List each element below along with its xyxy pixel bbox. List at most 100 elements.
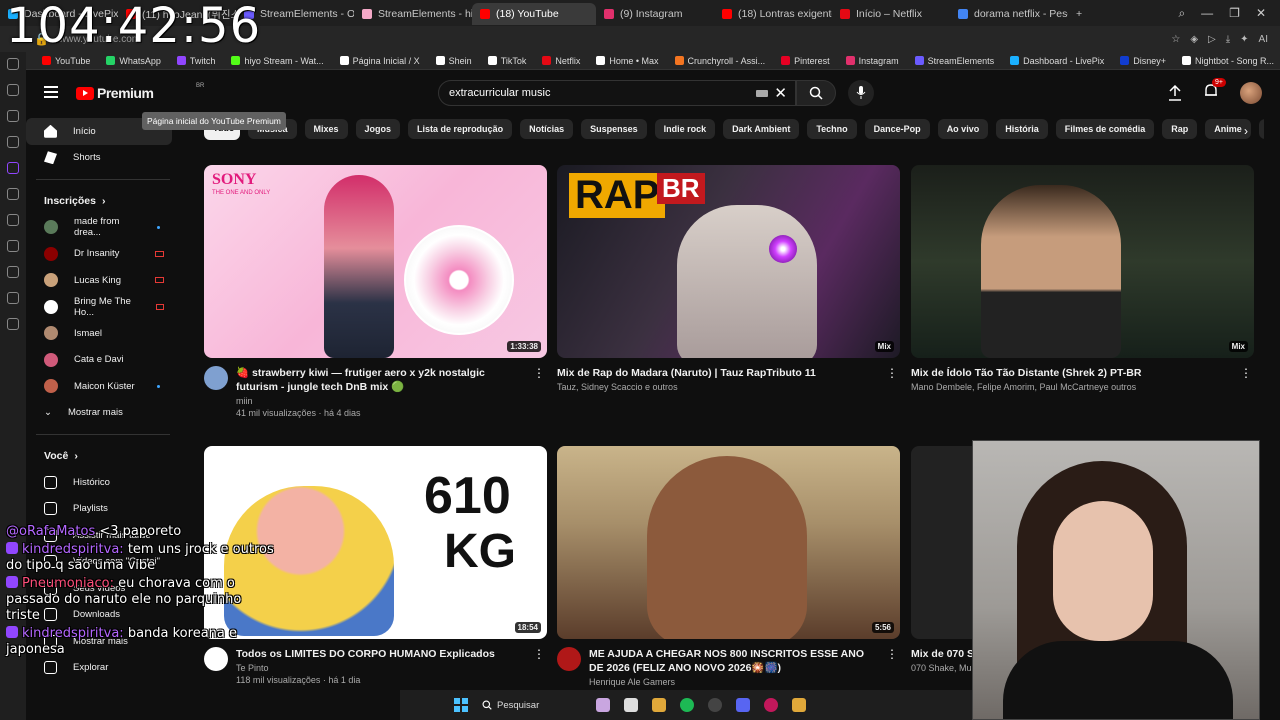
filter-chip[interactable]: Dance-Pop [864,119,930,139]
bookmark-item[interactable]: WhatsApp [98,56,169,66]
youtube-logo[interactable]: Premium BR [76,83,204,101]
video-thumbnail[interactable]: SONY THE ONE AND ONLY 1:33:38 [204,165,547,358]
browser-tab[interactable]: (9) Instagram [596,3,714,25]
more-options-icon[interactable]: ⋮ [886,647,898,687]
star-icon[interactable]: ☆ [1171,34,1180,45]
subscription-item[interactable]: Bring Me The Ho... [26,294,180,321]
video-thumbnail[interactable]: 5:56 [557,446,900,639]
sidebar-refresh-icon[interactable] [7,58,19,70]
search-button[interactable] [796,80,836,106]
video-card[interactable]: SONY THE ONE AND ONLY 1:33:38 🍓 strawberry … [204,165,547,418]
obs-icon[interactable] [708,698,722,712]
bookmark-item[interactable]: Netflix [534,56,588,66]
bookmark-item[interactable]: Instagram [838,56,907,66]
sidebar-item-playlists[interactable]: Playlists [26,496,180,523]
bookmark-item[interactable]: Disney+ [1112,56,1174,66]
more-options-icon[interactable]: ⋮ [533,366,545,418]
browser-tab[interactable]: (18) Lontras exigentes t [714,3,832,25]
video-card[interactable]: RAP BR Mix Mix de Rap do Madara (Naruto) | … [557,165,900,392]
sidebar-link-icon[interactable] [7,266,19,278]
notifications-button[interactable]: 9+ [1204,77,1226,104]
video-card[interactable]: Mix Mix de Ídolo Tão Tão Distante (Shrek … [911,165,1254,392]
sidebar-item-shorts[interactable]: Shorts [26,145,180,172]
subscription-item[interactable]: made from drea... [26,214,180,241]
video-title[interactable]: ME AJUDA A CHEGAR NOS 800 INSCRITOS ESSE… [589,647,878,675]
sidebar-app2-icon[interactable] [7,214,19,226]
bookmark-item[interactable]: TikTok [480,56,535,66]
minimize-icon[interactable]: — [1201,6,1213,21]
subscription-item[interactable]: Dr Insanity [26,241,180,268]
filter-chip[interactable]: Natureza [1258,119,1264,139]
play-extension-icon[interactable]: ▷ [1208,34,1216,45]
you-heading[interactable]: Você › [26,443,180,469]
filter-chip[interactable]: Dark Ambient [723,119,800,139]
filter-chip[interactable]: Lista de reprodução [408,119,513,139]
bookmark-item[interactable]: Shein [428,56,480,66]
search-tabs-icon[interactable]: ⌕ [1178,6,1185,21]
sidebar-history-icon[interactable] [7,240,19,252]
ai-icon[interactable]: AI [1259,34,1268,45]
channel-avatar[interactable] [204,366,228,390]
browser-tab[interactable]: (18) YouTube [472,3,596,25]
download-icon[interactable]: ⤓ [1226,34,1230,45]
filter-chip[interactable]: Mixes [304,119,348,139]
filter-chip[interactable]: Rap [1162,119,1198,139]
bookmark-item[interactable]: hiyo Stream - Wat... [223,56,331,66]
voice-search-button[interactable] [848,80,874,106]
search-input[interactable] [449,87,749,99]
upload-icon[interactable] [1168,85,1182,101]
browser-tab[interactable]: Início – Netflix [832,3,950,25]
channel-name[interactable]: miin [236,396,525,406]
more-options-icon[interactable]: ⋮ [1240,366,1252,392]
video-title[interactable]: Mix de Rap do Madara (Naruto) | Tauz Rap… [557,366,878,380]
sidebar-app-icon[interactable] [7,136,19,148]
channel-name[interactable]: Tauz, Sidney Scaccio e outros [557,382,878,392]
maximize-icon[interactable]: ❐ [1229,6,1240,21]
subscription-item[interactable]: Maicon Küster [26,373,180,400]
filter-chip[interactable]: História [996,119,1048,139]
more-options-icon[interactable]: ⋮ [533,647,545,685]
filter-chip[interactable]: Notícias [520,119,574,139]
account-avatar[interactable] [1240,82,1262,104]
close-window-icon[interactable]: ✕ [1256,6,1266,21]
filter-chip[interactable]: Ao vivo [937,119,989,139]
browser-icon[interactable] [764,698,778,712]
filter-chip[interactable]: Indie rock [654,119,716,139]
show-more-subscriptions[interactable]: ⌄ Mostrar mais [26,400,180,427]
video-title[interactable]: 🍓 strawberry kiwi — frutiger aero x y2k … [236,366,525,394]
shield-icon[interactable]: ◈ [1190,34,1198,45]
sidebar-settings-icon[interactable] [7,318,19,330]
video-thumbnail[interactable]: Mix [911,165,1254,358]
chevron-right-icon[interactable]: › [1244,124,1248,138]
bookmark-item[interactable]: Twitch [169,56,224,66]
sidebar-twitch-icon[interactable] [7,162,19,174]
taskbar-widget-icon[interactable] [596,698,610,712]
keyboard-icon[interactable] [756,89,769,97]
bookmark-item[interactable]: Nightbot - Song R... [1174,56,1280,66]
bookmark-item[interactable]: Página Inicial / X [332,56,428,66]
sidebar-tabs-icon[interactable] [7,84,19,96]
taskbar-app2-icon[interactable] [792,698,806,712]
bookmark-item[interactable]: YouTube [34,56,98,66]
browser-tab[interactable]: dorama netflix - Pesquisa [950,3,1068,25]
channel-name[interactable]: Henrique Ale Gamers [589,677,878,687]
bookmark-item[interactable]: StreamElements [907,56,1003,66]
subscription-item[interactable]: Ismael [26,320,180,347]
subscriptions-heading[interactable]: Inscrições › [26,188,180,214]
more-options-icon[interactable]: ⋮ [886,366,898,392]
video-thumbnail[interactable]: RAP BR Mix [557,165,900,358]
new-tab-button[interactable]: + [1068,3,1090,25]
channel-name[interactable]: Mano Dembele, Felipe Amorim, Paul McCart… [911,382,1232,392]
sidebar-x-icon[interactable] [7,188,19,200]
bookmark-item[interactable]: Home • Max [588,56,666,66]
video-card[interactable]: 5:56 ME AJUDA A CHEGAR NOS 800 INSCRITOS … [557,446,900,687]
subscription-item[interactable]: Cata e Davi [26,347,180,374]
discord-icon[interactable] [736,698,750,712]
filter-chip[interactable]: Filmes de comédia [1055,119,1155,139]
sidebar-clock-icon[interactable] [7,292,19,304]
windows-start-icon[interactable] [454,698,468,712]
filter-chip[interactable]: Jogos [355,119,401,139]
browser-tab[interactable]: StreamElements - hiyo [354,3,472,25]
video-title[interactable]: Mix de Ídolo Tão Tão Distante (Shrek 2) … [911,366,1232,380]
filter-chip[interactable]: Techno [807,119,857,139]
